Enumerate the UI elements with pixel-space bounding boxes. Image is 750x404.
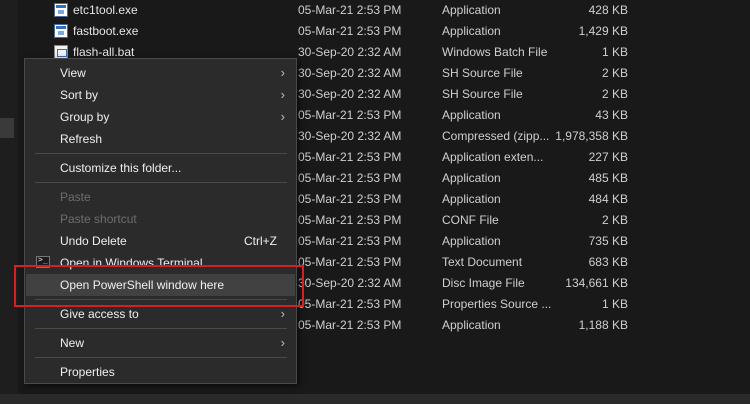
file-date: 05-Mar-21 2:53 PM — [298, 234, 402, 248]
file-type: SH Source File — [442, 66, 523, 80]
menu-separator — [35, 357, 287, 358]
menu-item-label: View — [60, 66, 86, 80]
file-type: CONF File — [442, 213, 499, 227]
application-icon — [54, 24, 68, 38]
menu-item-new[interactable]: New › — [26, 332, 295, 354]
file-name[interactable]: flash-all.bat — [73, 45, 134, 59]
file-size: 485 KB — [588, 171, 628, 185]
menu-item-label: New — [60, 336, 85, 350]
file-size: 735 KB — [588, 234, 628, 248]
menu-separator — [35, 153, 287, 154]
file-date: 05-Mar-21 2:53 PM — [298, 255, 402, 269]
menu-item-label: Sort by — [60, 88, 99, 102]
menu-item-paste-shortcut: Paste shortcut — [26, 208, 295, 230]
file-size: 1 KB — [601, 45, 628, 59]
highlight-annotation-box — [14, 265, 304, 307]
file-type: Application — [442, 192, 501, 206]
file-name[interactable]: fastboot.exe — [73, 24, 138, 38]
file-size: 683 KB — [588, 255, 628, 269]
file-size: 227 KB — [588, 150, 628, 164]
file-date: 05-Mar-21 2:53 PM — [298, 171, 402, 185]
menu-item-label: Refresh — [60, 132, 103, 146]
file-date: 30-Sep-20 2:32 AM — [298, 87, 402, 101]
menu-separator — [35, 328, 287, 329]
chevron-right-icon: › — [280, 306, 285, 321]
menu-item-view[interactable]: View › — [26, 62, 295, 84]
chevron-right-icon: › — [280, 109, 285, 124]
file-name[interactable]: etc1tool.exe — [73, 3, 138, 17]
file-size: 484 KB — [588, 192, 628, 206]
file-type: Application — [442, 234, 501, 248]
file-size: 43 KB — [595, 108, 628, 122]
menu-item-label: Undo Delete — [60, 234, 127, 248]
file-size: 2 KB — [601, 213, 628, 227]
context-menu: View › Sort by › Group by › Refresh Cust… — [24, 58, 297, 384]
menu-item-label: Properties — [60, 365, 115, 379]
file-size: 134,661 KB — [565, 276, 628, 290]
file-type: Application — [442, 108, 501, 122]
file-type: Properties Source ... — [442, 297, 552, 311]
file-type: Application — [442, 24, 501, 38]
file-type: Compressed (zipp... — [442, 129, 550, 143]
file-row[interactable]: fastboot.exe 05-Mar-21 2:53 PM Applicati… — [0, 21, 750, 42]
file-size: 1 KB — [601, 297, 628, 311]
file-date: 05-Mar-21 2:53 PM — [298, 318, 402, 332]
menu-item-label: Paste — [60, 190, 91, 204]
menu-item-sort-by[interactable]: Sort by › — [26, 84, 295, 106]
file-type: Application — [442, 318, 501, 332]
menu-item-customize-folder[interactable]: Customize this folder... — [26, 157, 295, 179]
menu-item-group-by[interactable]: Group by › — [26, 106, 295, 128]
file-size: 1,978,358 KB — [555, 129, 628, 143]
menu-item-label: Give access to — [60, 307, 139, 321]
file-date: 05-Mar-21 2:53 PM — [298, 24, 402, 38]
menu-item-paste: Paste — [26, 186, 295, 208]
horizontal-scrollbar[interactable] — [0, 394, 750, 404]
file-date: 05-Mar-21 2:53 PM — [298, 150, 402, 164]
menu-item-properties[interactable]: Properties — [26, 361, 295, 383]
file-type: Application exten... — [442, 150, 544, 164]
file-type: Text Document — [442, 255, 523, 269]
menu-item-undo-delete[interactable]: Undo Delete Ctrl+Z — [26, 230, 295, 252]
chevron-right-icon: › — [280, 65, 285, 80]
menu-item-label: Group by — [60, 110, 110, 124]
file-date: 30-Sep-20 2:32 AM — [298, 129, 402, 143]
application-icon — [54, 3, 68, 17]
file-date: 05-Mar-21 2:53 PM — [298, 192, 402, 206]
chevron-right-icon: › — [280, 335, 285, 350]
file-size: 2 KB — [601, 87, 628, 101]
file-size: 1,429 KB — [578, 24, 628, 38]
file-type: SH Source File — [442, 87, 523, 101]
menu-separator — [35, 182, 287, 183]
batch-file-icon — [54, 45, 68, 59]
file-date: 05-Mar-21 2:53 PM — [298, 297, 402, 311]
chevron-right-icon: › — [280, 87, 285, 102]
menu-item-label: Paste shortcut — [60, 212, 137, 226]
file-type: Windows Batch File — [442, 45, 548, 59]
menu-item-refresh[interactable]: Refresh — [26, 128, 295, 150]
file-row[interactable]: etc1tool.exe 05-Mar-21 2:53 PM Applicati… — [0, 0, 750, 21]
file-size: 1,188 KB — [578, 318, 628, 332]
file-size: 2 KB — [601, 66, 628, 80]
file-size: 428 KB — [588, 3, 628, 17]
file-type: Application — [442, 171, 501, 185]
keyboard-shortcut: Ctrl+Z — [244, 234, 277, 248]
file-date: 05-Mar-21 2:53 PM — [298, 108, 402, 122]
file-date: 30-Sep-20 2:32 AM — [298, 276, 402, 290]
file-date: 05-Mar-21 2:53 PM — [298, 3, 402, 17]
file-date: 30-Sep-20 2:32 AM — [298, 66, 402, 80]
file-type: Application — [442, 3, 501, 17]
file-type: Disc Image File — [442, 276, 525, 290]
menu-item-label: Customize this folder... — [60, 161, 182, 175]
file-date: 30-Sep-20 2:32 AM — [298, 45, 402, 59]
file-date: 05-Mar-21 2:53 PM — [298, 213, 402, 227]
